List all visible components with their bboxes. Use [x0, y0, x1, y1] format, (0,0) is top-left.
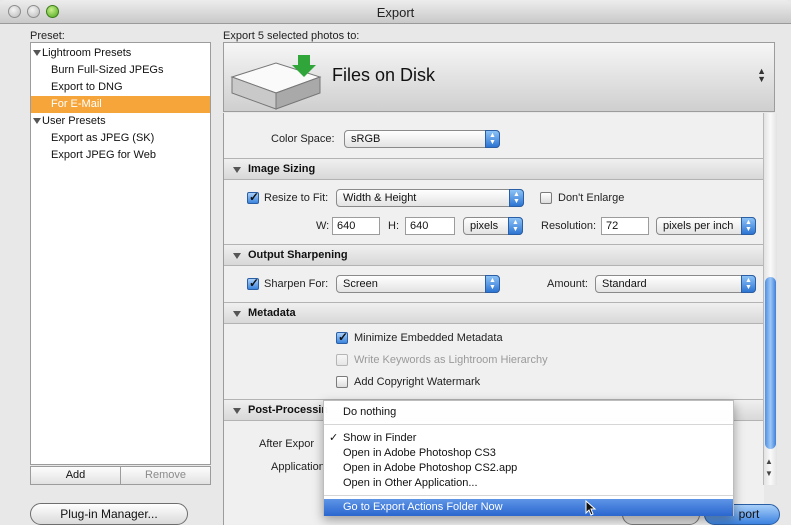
popup-arrows-icon: ▲ ▼ [485, 275, 500, 293]
after-export-menu[interactable]: Do nothing ✓ Show in Finder Open in Adobe… [323, 400, 734, 516]
application-label: Application [271, 461, 325, 473]
dont-enlarge-label: Don't Enlarge [558, 192, 625, 204]
height-label: H: [388, 220, 399, 232]
window-title: Export [376, 5, 415, 20]
scrollbar-thumb[interactable] [765, 277, 776, 449]
width-input[interactable]: 640 [332, 217, 380, 235]
preset-button-row: Add Remove [30, 466, 211, 485]
remove-preset-button[interactable]: Remove [121, 467, 210, 484]
minimize-metadata-label: Minimize Embedded Metadata [354, 332, 503, 344]
section-header-image-sizing[interactable]: Image Sizing [224, 158, 764, 180]
write-keywords-checkbox[interactable] [336, 354, 348, 366]
preset-list: Lightroom Presets Burn Full-Sized JPEGs … [30, 42, 211, 465]
popup-arrows-icon: ▲ ▼ [508, 217, 523, 235]
preset-group-lightroom[interactable]: Lightroom Presets [31, 45, 210, 62]
minimize-metadata-checkbox[interactable] [336, 330, 348, 344]
height-input[interactable]: 640 [405, 217, 455, 235]
resolution-label: Resolution: [541, 220, 597, 232]
sharpen-for-select[interactable]: Screen ▲ ▼ [336, 275, 500, 293]
menu-item-export-actions-folder[interactable]: Go to Export Actions Folder Now [324, 499, 733, 516]
section-header-metadata[interactable]: Metadata [224, 302, 764, 324]
color-space-select[interactable]: sRGB ▲ ▼ [344, 130, 500, 148]
amount-label: Amount: [547, 278, 588, 290]
menu-item-do-nothing[interactable]: Do nothing [324, 405, 733, 420]
amount-select[interactable]: Standard ▲ ▼ [595, 275, 756, 293]
preset-group-user[interactable]: User Presets [31, 113, 210, 130]
resize-to-fit-label: Resize to Fit: [264, 192, 329, 204]
after-export-label: After Expor [259, 438, 315, 450]
title-bar: Export [0, 0, 791, 24]
menu-item-photoshop-cs2[interactable]: Open in Adobe Photoshop CS2.app [324, 461, 733, 476]
dont-enlarge-checkbox[interactable] [540, 192, 552, 204]
size-unit-select[interactable]: pixels ▲ ▼ [463, 217, 523, 235]
preset-item-burn-full-sized[interactable]: Burn Full-Sized JPEGs [31, 62, 210, 79]
disclosure-triangle-icon [233, 408, 241, 414]
resize-to-fit-checkbox[interactable] [247, 190, 259, 204]
resolution-input[interactable]: 72 [601, 217, 649, 235]
plugin-manager-button[interactable]: Plug-in Manager... [30, 503, 188, 525]
preset-item-export-as-jpeg-sk[interactable]: Export as JPEG (SK) [31, 130, 210, 147]
menu-item-other-application[interactable]: Open in Other Application... [324, 476, 733, 491]
preset-item-export-to-dng[interactable]: Export to DNG [31, 79, 210, 96]
popup-arrows-icon: ▲ ▼ [485, 130, 500, 148]
menu-separator [324, 424, 733, 425]
preset-item-for-email[interactable]: For E-Mail [31, 96, 210, 113]
sharpen-for-checkbox[interactable] [247, 276, 259, 290]
updown-arrows-icon: ▲ ▼ [757, 66, 766, 84]
width-label: W: [316, 220, 330, 232]
hard-disk-icon [230, 55, 322, 110]
checkmark-icon: ✓ [329, 432, 339, 444]
write-keywords-label: Write Keywords as Lightroom Hierarchy [354, 354, 548, 366]
destination-value: Files on Disk [332, 65, 436, 85]
disclosure-triangle-icon [233, 253, 241, 259]
menu-item-show-in-finder[interactable]: ✓ Show in Finder [324, 431, 733, 446]
sharpen-for-label: Sharpen For: [264, 278, 329, 290]
popup-arrows-icon: ▲ ▼ [741, 217, 756, 235]
color-space-label: Color Space: [271, 133, 335, 145]
disclosure-triangle-icon [233, 311, 241, 317]
disclosure-triangle-icon[interactable] [33, 118, 41, 125]
section-header-output-sharpening[interactable]: Output Sharpening [224, 244, 764, 266]
mouse-pointer-icon [585, 500, 597, 516]
copyright-watermark-checkbox[interactable] [336, 376, 348, 388]
preset-label: Preset: [30, 30, 65, 42]
popup-arrows-icon: ▲ ▼ [509, 189, 524, 207]
popup-arrows-icon: ▲ ▼ [741, 275, 756, 293]
disclosure-triangle-icon[interactable] [33, 50, 41, 57]
scroll-down-arrow-icon[interactable]: ▼ [765, 469, 773, 478]
add-preset-button[interactable]: Add [31, 467, 121, 484]
resolution-unit-select[interactable]: pixels per inch ▲ ▼ [656, 217, 756, 235]
menu-item-photoshop-cs3[interactable]: Open in Adobe Photoshop CS3 [324, 446, 733, 461]
preset-item-export-jpeg-web[interactable]: Export JPEG for Web [31, 147, 210, 164]
export-to-label: Export 5 selected photos to: [223, 30, 360, 42]
settings-scrollbar[interactable]: ▲ ▼ [763, 113, 777, 485]
scroll-up-arrow-icon[interactable]: ▲ [765, 457, 773, 466]
resize-mode-select[interactable]: Width & Height ▲ ▼ [336, 189, 524, 207]
copyright-watermark-label: Add Copyright Watermark [354, 376, 481, 388]
disclosure-triangle-icon [233, 167, 241, 173]
menu-separator [324, 495, 733, 496]
destination-selector[interactable]: Files on Disk ▲ ▼ [223, 42, 775, 112]
